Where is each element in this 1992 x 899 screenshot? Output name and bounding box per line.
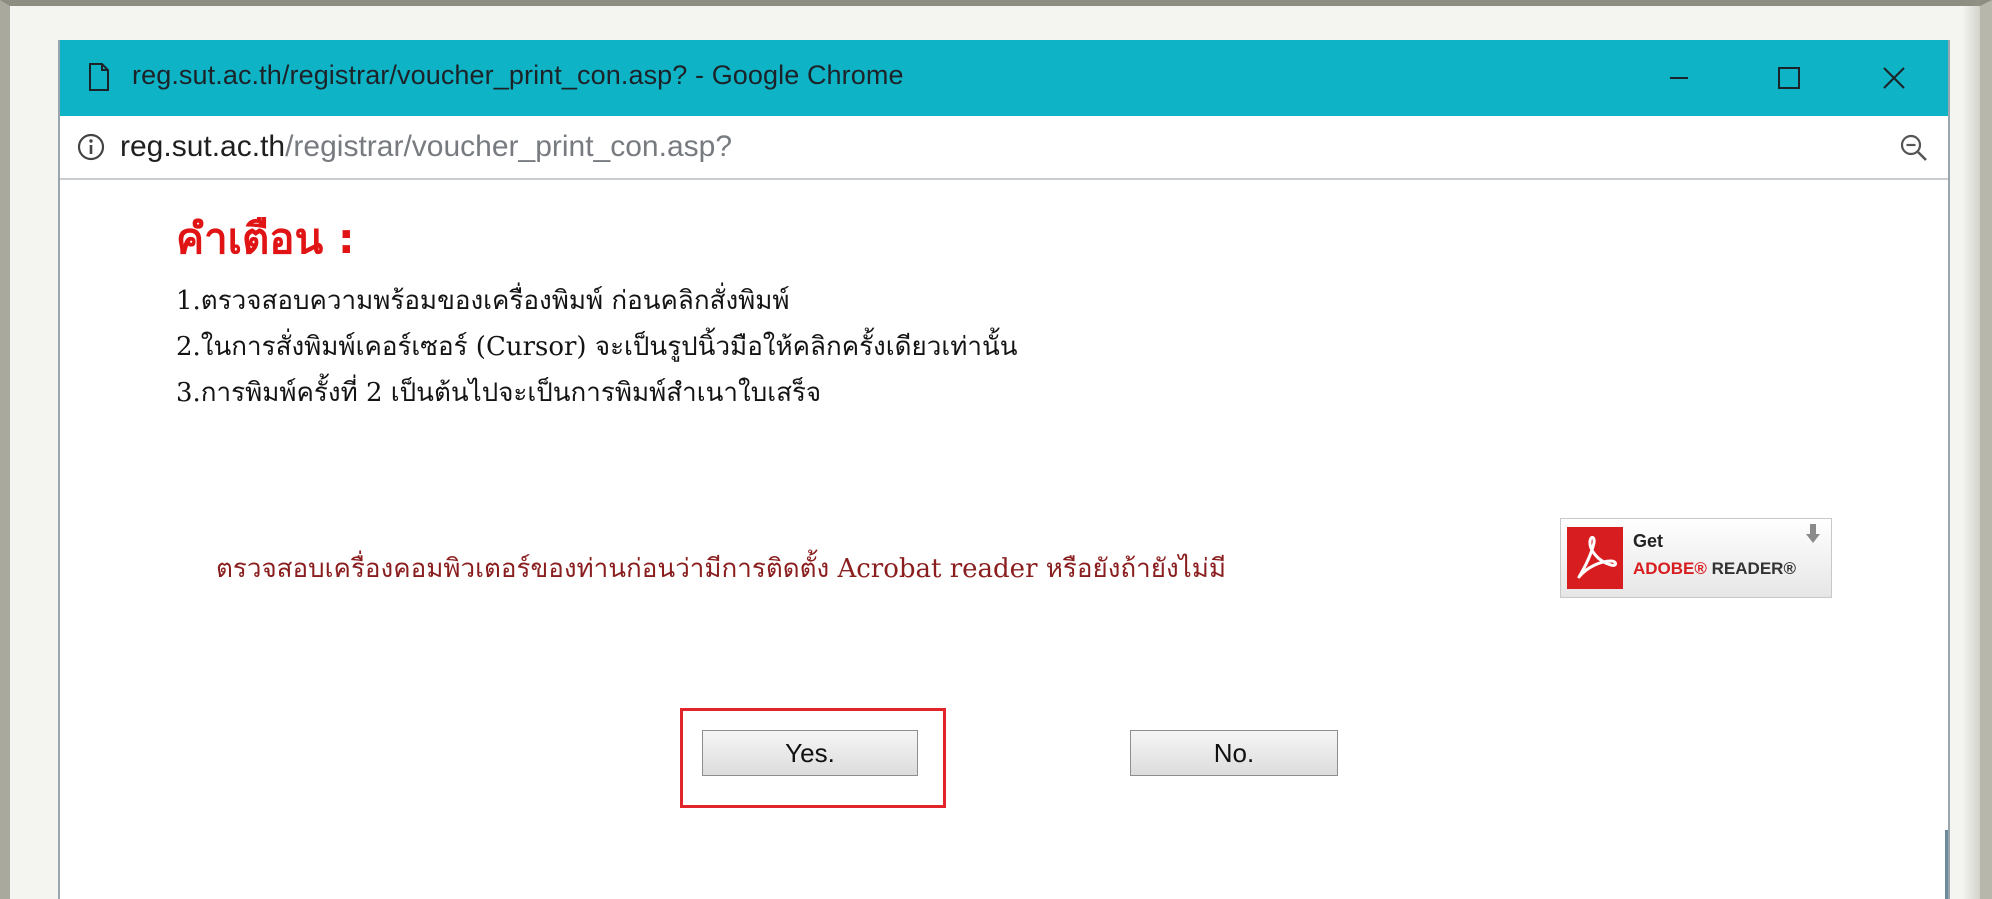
title-bar[interactable]: reg.sut.ac.th/registrar/voucher_print_co… <box>60 40 1948 116</box>
minimize-icon <box>1670 77 1688 79</box>
page-icon <box>89 63 109 91</box>
yes-button[interactable]: Yes. <box>702 730 918 776</box>
browser-popup-window: reg.sut.ac.th/registrar/voucher_print_co… <box>58 40 1950 899</box>
adobe-reader-logo <box>1567 527 1623 589</box>
maximize-icon <box>1778 67 1800 89</box>
info-icon[interactable] <box>76 132 106 162</box>
rule-item: 1.ตรวจสอบความพร้อมของเครื่องพิมพ์ ก่อนคล… <box>176 286 790 316</box>
url-host: reg.sut.ac.th <box>120 130 286 163</box>
get-adobe-reader-button[interactable]: Get ADOBE® READER® <box>1560 518 1832 598</box>
maximize-button[interactable] <box>1762 54 1816 102</box>
adobe-badge-brand: ADOBE® <box>1633 559 1707 578</box>
acrobat-check-note: ตรวจสอบเครื่องคอมพิวเตอร์ของท่านก่อนว่าม… <box>216 554 1227 584</box>
frame-shadow <box>1962 0 1980 899</box>
adobe-badge-product: READER® <box>1711 559 1796 578</box>
minimize-button[interactable] <box>1652 54 1706 102</box>
zoom-icon[interactable] <box>1898 132 1930 164</box>
adobe-badge-name: ADOBE® READER® <box>1633 559 1796 579</box>
window-edge-line <box>1945 830 1948 899</box>
rule-item: 3.การพิมพ์ครั้งที่ 2 เป็นต้นไปจะเป็นการพ… <box>176 378 822 408</box>
address-bar[interactable]: reg.sut.ac.th/registrar/voucher_print_co… <box>60 116 1948 180</box>
close-icon <box>1883 67 1905 89</box>
close-button[interactable] <box>1867 54 1921 102</box>
rule-item: 2.ในการสั่งพิมพ์เคอร์เซอร์ (Cursor) จะเป… <box>176 332 1018 362</box>
adobe-badge-get: Get <box>1633 531 1664 551</box>
page-content: คำเตือน : 1.ตรวจสอบความพร้อมของเครื่องพิ… <box>60 180 1948 899</box>
url-path: /registrar/voucher_print_con.asp? <box>285 130 733 163</box>
download-arrow-icon <box>1806 524 1820 543</box>
warning-title: คำเตือน : <box>176 214 355 263</box>
warning-rules: 1.ตรวจสอบความพร้อมของเครื่องพิมพ์ ก่อนคล… <box>176 278 1018 416</box>
no-button[interactable]: No. <box>1130 730 1338 776</box>
url-text[interactable]: reg.sut.ac.th/registrar/voucher_print_co… <box>120 130 732 164</box>
window-title: reg.sut.ac.th/registrar/voucher_print_co… <box>132 60 904 90</box>
